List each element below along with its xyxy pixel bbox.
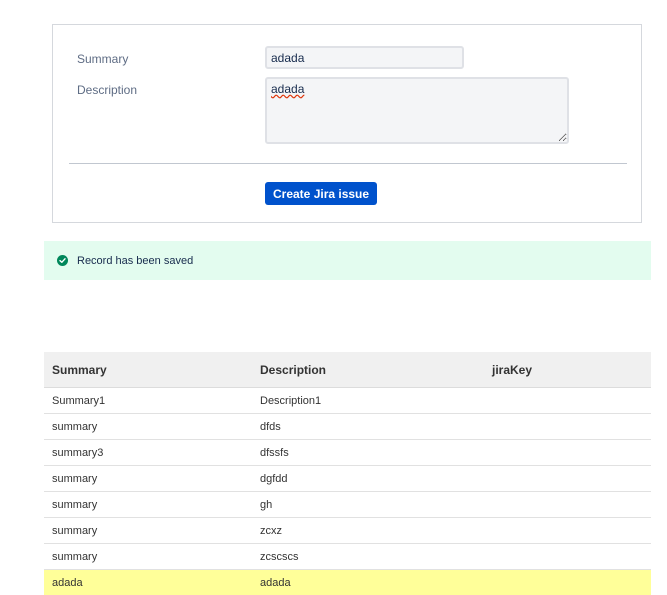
summary-label: Summary — [77, 52, 128, 66]
description-label: Description — [77, 83, 137, 97]
cell-description: dfds — [252, 414, 484, 440]
cell-description: gh — [252, 492, 484, 518]
cell-jirakey — [484, 414, 651, 440]
cell-description: Description1 — [252, 388, 484, 414]
column-header-description[interactable]: Description — [252, 352, 484, 388]
table-row: summary zcxz — [44, 518, 651, 544]
success-flag: Record has been saved — [44, 241, 651, 280]
cell-summary: summary — [44, 492, 252, 518]
create-jira-issue-button[interactable]: Create Jira issue — [265, 182, 377, 205]
cell-summary: summary — [44, 544, 252, 570]
issue-form: Summary Description adada Create Jira is… — [52, 24, 642, 223]
cell-summary: summary — [44, 414, 252, 440]
cell-description: dfssfs — [252, 440, 484, 466]
cell-jirakey — [484, 544, 651, 570]
cell-jirakey — [484, 466, 651, 492]
check-circle-icon — [57, 255, 68, 266]
cell-description: dgfdd — [252, 466, 484, 492]
cell-description: adada — [252, 570, 484, 595]
cell-jirakey — [484, 388, 651, 414]
column-header-jirakey[interactable]: jiraKey — [484, 352, 651, 388]
cell-summary: adada — [44, 570, 252, 595]
form-divider — [69, 163, 627, 164]
table-header-row: Summary Description jiraKey — [44, 352, 651, 388]
cell-summary: summary3 — [44, 440, 252, 466]
table-row: summary dgfdd — [44, 466, 651, 492]
flag-message: Record has been saved — [77, 255, 193, 267]
cell-summary: summary — [44, 518, 252, 544]
table-row: summary zcscscs — [44, 544, 651, 570]
cell-jirakey — [484, 570, 651, 595]
table-row-highlighted: adada adada — [44, 570, 651, 595]
table-row: summary gh — [44, 492, 651, 518]
description-textarea[interactable]: adada — [265, 77, 569, 144]
table-row: Summary1 Description1 — [44, 388, 651, 414]
cell-jirakey — [484, 518, 651, 544]
cell-description: zcscscs — [252, 544, 484, 570]
column-header-summary[interactable]: Summary — [44, 352, 252, 388]
cell-summary: summary — [44, 466, 252, 492]
cell-jirakey — [484, 440, 651, 466]
cell-jirakey — [484, 492, 651, 518]
summary-input[interactable] — [265, 46, 464, 69]
cell-description: zcxz — [252, 518, 484, 544]
records-table: Summary Description jiraKey Summary1 Des… — [44, 352, 651, 595]
cell-summary: Summary1 — [44, 388, 252, 414]
table-row: summary3 dfssfs — [44, 440, 651, 466]
table-row: summary dfds — [44, 414, 651, 440]
